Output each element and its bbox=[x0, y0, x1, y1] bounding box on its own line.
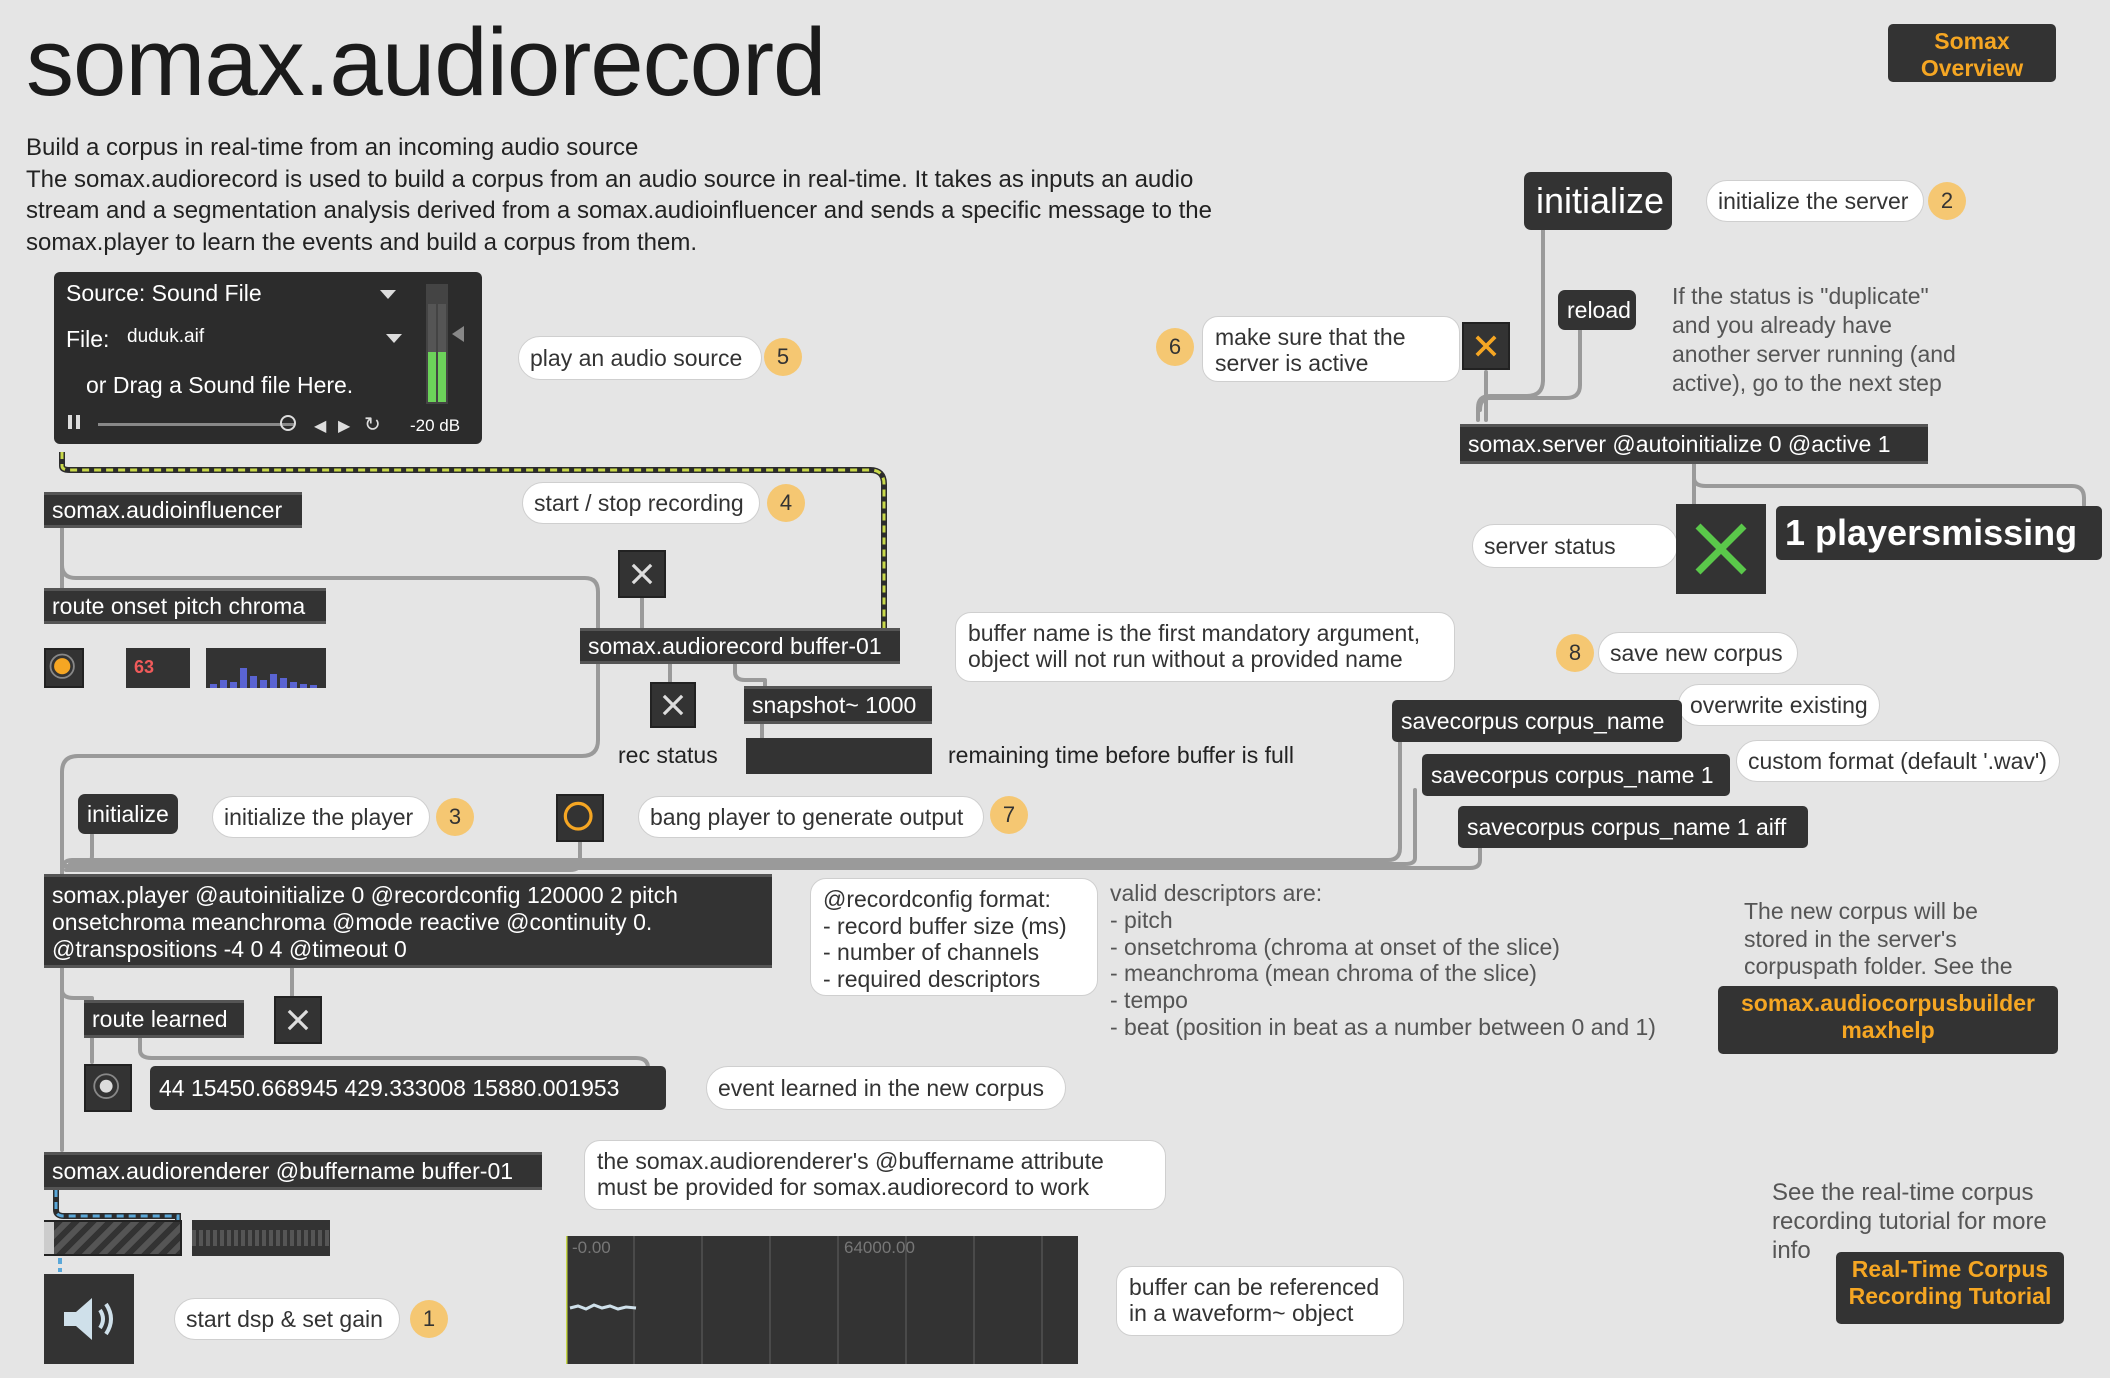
savecorpus-button[interactable]: savecorpus corpus_name bbox=[1392, 700, 1682, 742]
somax-overview-button[interactable]: Somax Overview bbox=[1888, 24, 2056, 82]
valid-descriptors-note: valid descriptors are: - pitch - onsetch… bbox=[1110, 880, 1656, 1040]
save-corpus-bubble: save new corpus bbox=[1598, 632, 1798, 674]
audioinfluencer-object[interactable]: somax.audioinfluencer bbox=[44, 492, 302, 528]
file-selector[interactable]: duduk.aif bbox=[127, 326, 204, 348]
description-line: The somax.audiorecord is used to build a… bbox=[26, 165, 1194, 193]
speaker-icon bbox=[64, 1298, 113, 1340]
file-label: File: bbox=[66, 326, 110, 352]
step-badge: 2 bbox=[1928, 182, 1966, 220]
slider-knob[interactable] bbox=[280, 415, 296, 431]
learned-bang[interactable] bbox=[84, 1064, 132, 1112]
step-badge: 6 bbox=[1156, 328, 1194, 366]
savecorpus-overwrite-button[interactable]: savecorpus corpus_name 1 bbox=[1422, 754, 1730, 796]
circle-icon bbox=[563, 801, 593, 831]
recordconfig-bubble: @recordconfig format: - record buffer si… bbox=[810, 878, 1098, 996]
chroma-multislider[interactable] bbox=[206, 648, 326, 688]
remaining-time-number[interactable] bbox=[746, 738, 932, 774]
description: Build a corpus in real-time from an inco… bbox=[26, 132, 1316, 258]
waveform-start-label: -0.00 bbox=[572, 1238, 611, 1257]
chevron-down-icon[interactable] bbox=[386, 334, 402, 343]
event-learned-bubble: event learned in the new corpus bbox=[706, 1066, 1066, 1110]
buffer-name-bubble: buffer name is the first mandatory argum… bbox=[955, 612, 1455, 682]
server-status-toggle[interactable] bbox=[1676, 504, 1766, 594]
waveform-bubble: buffer can be referenced in a waveform~ … bbox=[1116, 1266, 1404, 1336]
x-icon bbox=[631, 563, 653, 585]
rewind-icon[interactable]: ◀ bbox=[314, 416, 326, 436]
step-badge: 3 bbox=[436, 798, 474, 836]
record-toggle[interactable] bbox=[618, 550, 666, 598]
x-icon bbox=[662, 694, 684, 716]
initialize-player-bubble: initialize the player bbox=[212, 796, 430, 838]
audiorecord-object[interactable]: somax.audiorecord buffer-01 bbox=[580, 628, 900, 664]
overwrite-bubble: overwrite existing bbox=[1678, 684, 1880, 726]
x-icon bbox=[1475, 335, 1497, 357]
play-icon[interactable]: ▶ bbox=[338, 416, 350, 436]
audiorenderer-bubble: the somax.audiorenderer's @buffername at… bbox=[584, 1140, 1166, 1210]
server-active-bubble: make sure that the server is active bbox=[1202, 316, 1460, 382]
waveform-display[interactable]: -0.00 64000.00 bbox=[564, 1236, 1078, 1364]
source-selector[interactable]: Source: Sound File bbox=[66, 280, 262, 307]
chevron-down-icon[interactable] bbox=[380, 290, 396, 299]
server-status-message[interactable]: 1 playersmissing bbox=[1776, 506, 2102, 560]
step-badge: 7 bbox=[990, 796, 1028, 834]
gain-handle[interactable] bbox=[44, 1222, 54, 1254]
initialize-server-bubble: initialize the server bbox=[1706, 180, 1924, 222]
step-badge: 8 bbox=[1556, 634, 1594, 672]
savecorpus-aiff-button[interactable]: savecorpus corpus_name 1 aiff bbox=[1458, 806, 1808, 848]
start-stop-bubble: start / stop recording bbox=[522, 482, 760, 524]
route-onset-object[interactable]: route onset pitch chroma bbox=[44, 588, 326, 624]
rec-status-toggle[interactable] bbox=[650, 682, 696, 728]
circle-icon bbox=[49, 653, 75, 679]
waveform-mid-label: 64000.00 bbox=[844, 1238, 915, 1257]
learned-event-message[interactable]: 44 15450.668945 429.333008 15880.001953 bbox=[150, 1066, 666, 1110]
server-active-toggle[interactable] bbox=[1462, 322, 1510, 370]
new-corpus-note: The new corpus will be stored in the ser… bbox=[1744, 898, 2013, 979]
server-status-bubble: server status bbox=[1472, 524, 1678, 568]
step-badge: 4 bbox=[767, 484, 805, 522]
page-title: somax.audiorecord bbox=[26, 9, 826, 116]
x-icon bbox=[1695, 523, 1747, 575]
initialize-server-button[interactable]: initialize bbox=[1524, 172, 1672, 230]
description-heading: Build a corpus in real-time from an inco… bbox=[26, 134, 639, 161]
audiorenderer-object[interactable]: somax.audiorenderer @buffername buffer-0… bbox=[44, 1152, 542, 1190]
realtime-tutorial-link[interactable]: Real-Time Corpus Recording Tutorial bbox=[1836, 1252, 2064, 1324]
output-meter bbox=[192, 1220, 330, 1256]
corpusbuilder-help-link[interactable]: somax.audiocorpusbuilder maxhelp bbox=[1718, 986, 2058, 1054]
chroma-bars bbox=[210, 668, 317, 688]
step-badge: 5 bbox=[764, 338, 802, 376]
pitch-number-box[interactable]: 63 bbox=[126, 648, 190, 688]
rec-status-label: rec status bbox=[618, 742, 718, 768]
x-icon bbox=[287, 1009, 309, 1031]
gain-level-label: -20 dB bbox=[410, 416, 461, 435]
server-object[interactable]: somax.server @autoinitialize 0 @active 1 bbox=[1460, 424, 1928, 464]
learned-toggle[interactable] bbox=[274, 996, 322, 1044]
duplicate-status-note: If the status is "duplicate" and you alr… bbox=[1672, 283, 1956, 396]
initialize-player-button[interactable]: initialize bbox=[78, 794, 178, 834]
level-meter bbox=[426, 284, 448, 404]
route-learned-object[interactable]: route learned bbox=[84, 1000, 244, 1038]
position-slider[interactable] bbox=[98, 423, 294, 426]
drop-area-label[interactable]: or Drag a Sound file Here. bbox=[86, 372, 353, 399]
gain-slider[interactable] bbox=[44, 1220, 182, 1256]
onset-bang[interactable] bbox=[44, 648, 84, 688]
snapshot-object[interactable]: snapshot~ 1000 bbox=[744, 686, 932, 724]
custom-format-bubble: custom format (default '.wav') bbox=[1736, 740, 2060, 782]
reload-button[interactable]: reload bbox=[1558, 290, 1636, 330]
remaining-time-label: remaining time before buffer is full bbox=[948, 742, 1295, 768]
gain-arrow-icon[interactable] bbox=[452, 326, 464, 342]
bang-player-bubble: bang player to generate output bbox=[638, 796, 984, 838]
player-object[interactable]: somax.player @autoinitialize 0 @recordco… bbox=[44, 874, 772, 968]
step-badge: 1 bbox=[410, 1300, 448, 1338]
description-line: stream and a segmentation analysis deriv… bbox=[26, 197, 1212, 224]
playlist-panel[interactable]: Source: Sound File File: duduk.aif or Dr… bbox=[54, 272, 482, 444]
dsp-toggle[interactable] bbox=[44, 1274, 134, 1364]
start-dsp-bubble: start dsp & set gain bbox=[174, 1298, 400, 1340]
play-audio-bubble: play an audio source bbox=[518, 336, 762, 380]
loop-icon[interactable]: ↻ bbox=[364, 412, 381, 437]
generate-output-bang[interactable] bbox=[556, 794, 604, 842]
waveform-grid bbox=[564, 1236, 1043, 1364]
description-line: somax.player to learn the events and bui… bbox=[26, 228, 698, 256]
circle-icon bbox=[93, 1073, 119, 1099]
pause-icon[interactable] bbox=[68, 415, 80, 429]
